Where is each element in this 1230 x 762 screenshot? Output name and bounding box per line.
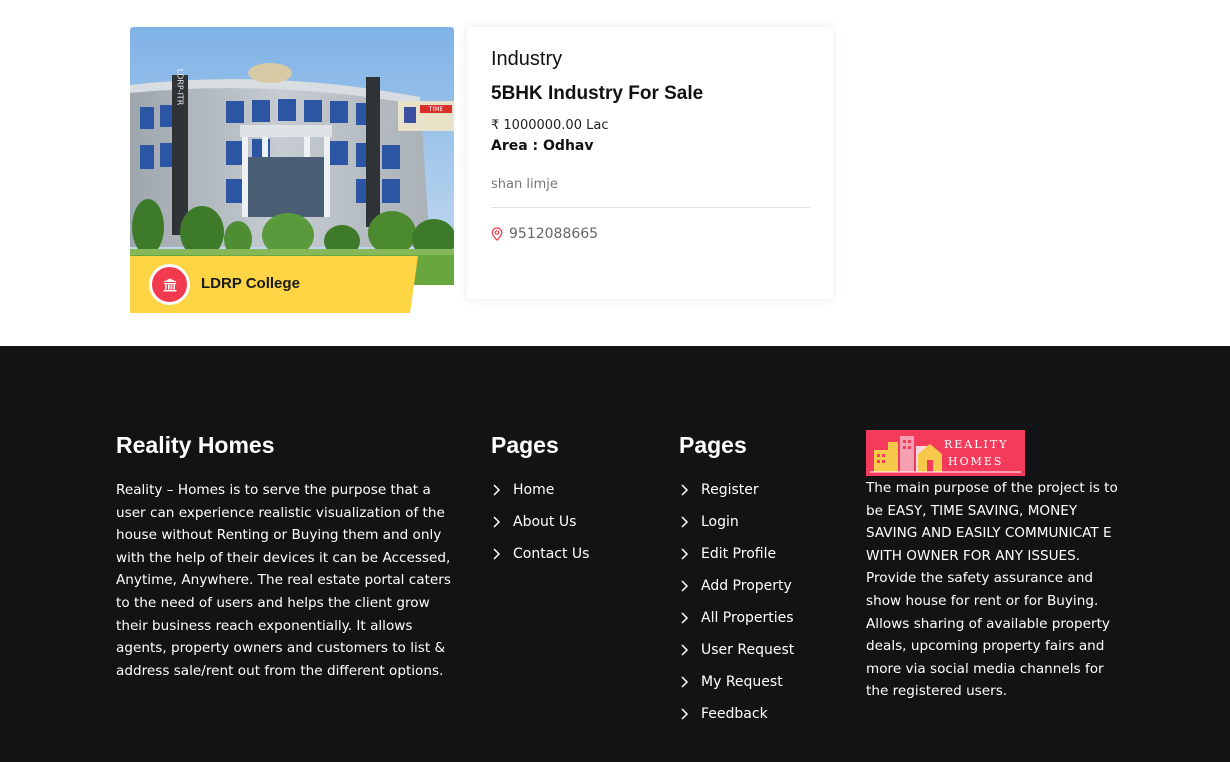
footer-link-home[interactable]: Home: [491, 474, 589, 506]
chevron-right-icon: [679, 579, 691, 593]
footer-link-feedback[interactable]: Feedback: [679, 698, 794, 730]
property-area: Area : Odhav: [491, 138, 594, 154]
photo-billboard-text: TIME: [428, 106, 444, 113]
footer-link-all-properties[interactable]: All Properties: [679, 602, 794, 634]
property-title[interactable]: 5BHK Industry For Sale: [491, 83, 703, 105]
logo-text-homes: HOMES: [948, 455, 1004, 468]
footer-link-edit-profile[interactable]: Edit Profile: [679, 538, 794, 570]
college-name: LDRP College: [201, 275, 300, 292]
chevron-right-icon: [679, 547, 691, 561]
phone-row: 9512088665: [491, 226, 598, 242]
footer-pages-list-2: Register Login Edit Profile Add Property…: [679, 474, 794, 730]
footer-link-label: My Request: [701, 674, 783, 690]
chevron-right-icon: [679, 643, 691, 657]
footer-link-label: Feedback: [701, 706, 768, 722]
property-price: ₹ 1000000.00 Lac: [491, 118, 609, 133]
chevron-right-icon: [491, 547, 503, 561]
reality-homes-logo[interactable]: REALITY HOMES: [866, 430, 1025, 476]
footer-link-contact-us[interactable]: Contact Us: [491, 538, 589, 570]
property-info-card: Industry 5BHK Industry For Sale ₹ 100000…: [467, 27, 833, 299]
footer-link-label: Login: [701, 514, 739, 530]
footer-link-about-us[interactable]: About Us: [491, 506, 589, 538]
property-category: Industry: [491, 48, 563, 70]
chevron-right-icon: [491, 483, 503, 497]
footer-link-login[interactable]: Login: [679, 506, 794, 538]
chevron-right-icon: [679, 515, 691, 529]
site-footer: Reality Homes Reality – Homes is to serv…: [0, 346, 1230, 762]
card-divider: [491, 207, 810, 208]
college-tag[interactable]: LDRP College: [130, 256, 418, 313]
footer-link-register[interactable]: Register: [679, 474, 794, 506]
footer-link-label: User Request: [701, 642, 795, 658]
footer-pages-list-1: Home About Us Contact Us: [491, 474, 589, 570]
property-phone[interactable]: 9512088665: [509, 226, 598, 242]
bank-building-icon: [162, 278, 177, 291]
footer-pages-heading-1: Pages: [491, 432, 559, 458]
chevron-right-icon: [679, 675, 691, 689]
footer-link-user-request[interactable]: User Request: [679, 634, 794, 666]
college-badge: [149, 264, 190, 305]
chevron-right-icon: [679, 483, 691, 497]
footer-link-label: Contact Us: [513, 546, 590, 562]
footer-link-my-request[interactable]: My Request: [679, 666, 794, 698]
property-photo[interactable]: LDRP-ITR TIME: [130, 27, 454, 285]
map-pin-icon: [491, 227, 503, 241]
chevron-right-icon: [679, 707, 691, 721]
property-listing: LDRP-ITR TIME LDRP College Industry 5BHK…: [0, 0, 1230, 346]
footer-link-label: Add Property: [701, 578, 792, 594]
footer-link-label: Edit Profile: [701, 546, 777, 562]
city-skyline-icon: [866, 430, 1025, 476]
footer-purpose-text: The main purpose of the project is to be…: [866, 480, 1118, 700]
footer-about-heading: Reality Homes: [116, 432, 275, 458]
chevron-right-icon: [491, 515, 503, 529]
footer-link-label: All Properties: [701, 610, 794, 626]
property-owner: shan limje: [491, 177, 558, 192]
footer-about-text: Reality – Homes is to serve the purpose …: [116, 482, 451, 679]
photo-vertical-sign: LDRP-ITR: [176, 69, 185, 106]
chevron-right-icon: [679, 611, 691, 625]
footer-link-add-property[interactable]: Add Property: [679, 570, 794, 602]
footer-link-label: Home: [513, 482, 555, 498]
footer-link-label: About Us: [513, 514, 577, 530]
footer-link-label: Register: [701, 482, 759, 498]
logo-text-reality: REALITY: [944, 438, 1009, 451]
property-image-block[interactable]: LDRP-ITR TIME LDRP College: [130, 27, 454, 313]
footer-pages-heading-2: Pages: [679, 432, 747, 458]
